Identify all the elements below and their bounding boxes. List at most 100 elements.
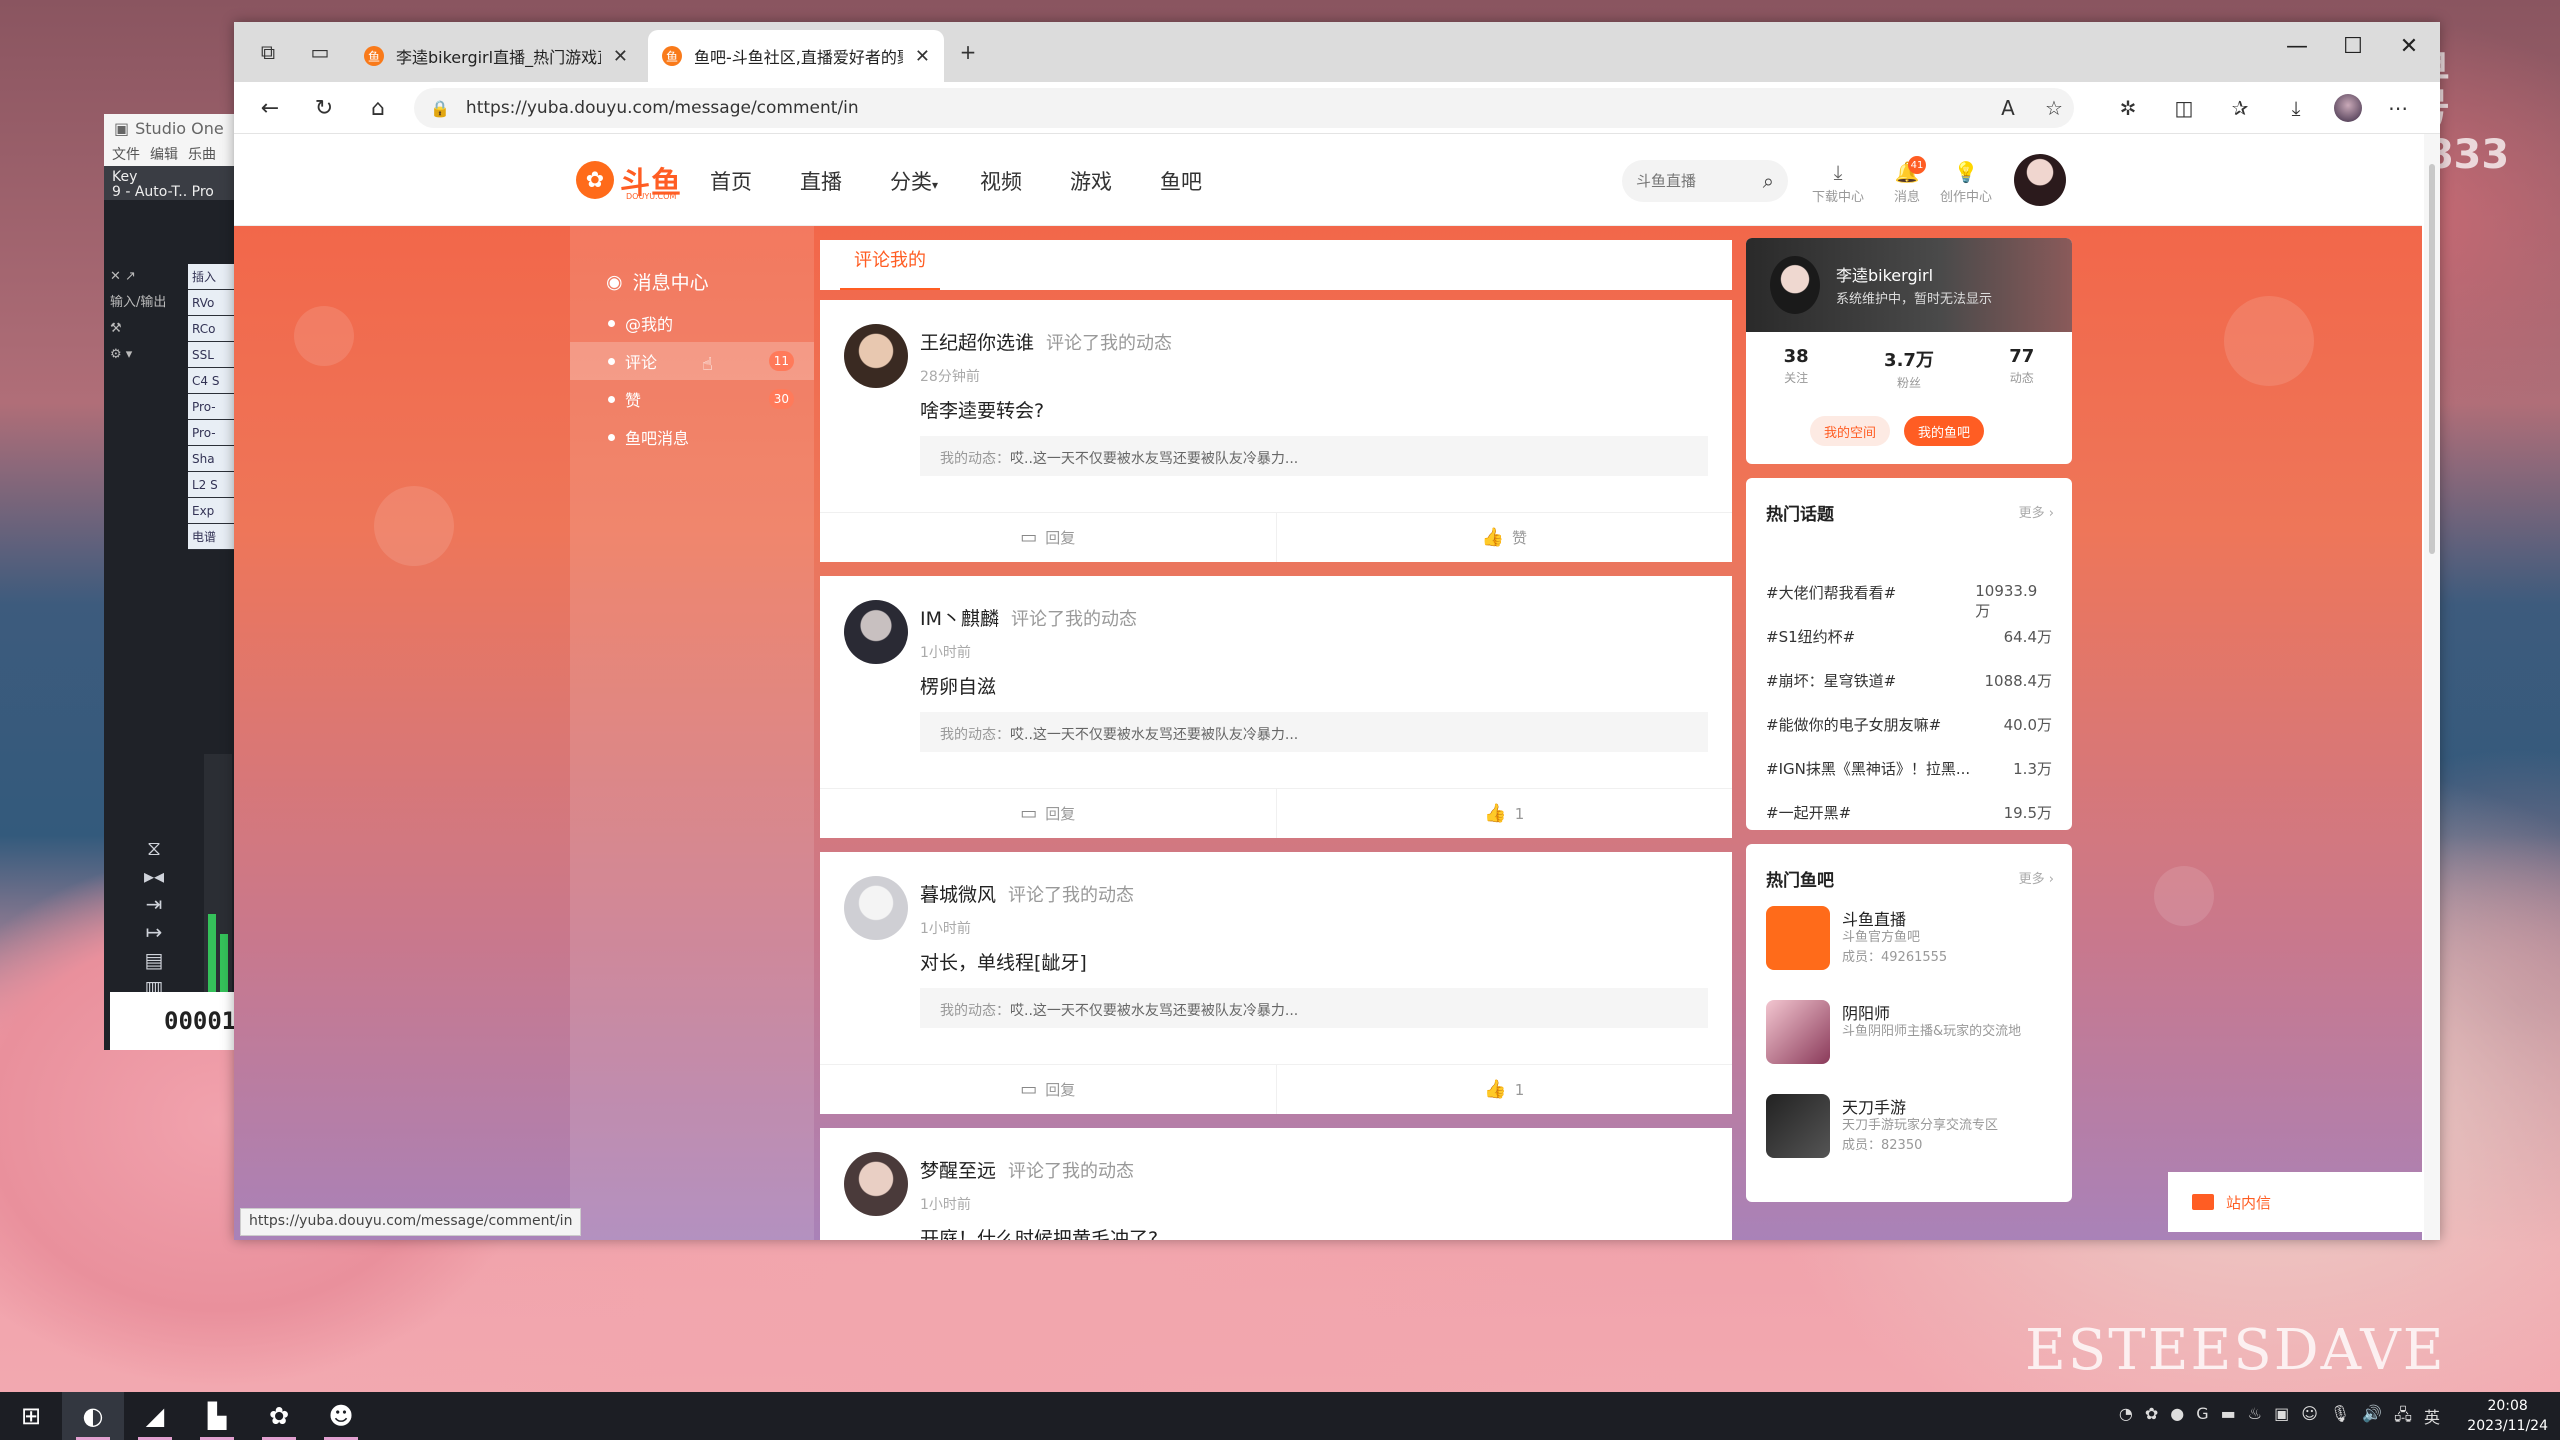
system-clock[interactable]: 20:08 2023/11/24	[2467, 1396, 2548, 1436]
creator-center[interactable]: 💡 创作中心	[1940, 160, 1992, 205]
commenter-name[interactable]: IM丶麒麟	[920, 608, 999, 630]
my-space-button[interactable]: 我的空间	[1810, 416, 1891, 446]
tray-icon[interactable]: ☺	[2301, 1404, 2318, 1431]
url-field[interactable]: 🔒 https://yuba.douyu.com/message/comment…	[414, 88, 2074, 128]
like-button[interactable]: 👍 赞	[1277, 513, 1733, 562]
nav-yuba[interactable]: 鱼吧	[1160, 166, 1202, 196]
studio-io-label[interactable]: 输入/输出	[110, 290, 180, 316]
commenter-name[interactable]: 梦醒至远	[920, 1160, 996, 1182]
douyu-logo[interactable]: ✿ 斗鱼 DOUYU.COM	[576, 158, 682, 202]
nav-category[interactable]: 分类▾	[890, 166, 938, 196]
file-app-icon[interactable]: ▙	[186, 1392, 248, 1440]
stat-fans[interactable]: 3.7万 粉丝	[1884, 346, 1934, 392]
studio-insert[interactable]: RVo	[188, 290, 236, 316]
studio-insert[interactable]: Exp	[188, 498, 236, 524]
studio-one-icon[interactable]: ◢	[124, 1392, 186, 1440]
topic-item[interactable]: #能做你的电子女朋友嘛# 40.0万	[1766, 714, 2052, 735]
like-button[interactable]: 👍 1	[1277, 789, 1733, 838]
search-box[interactable]: ⌕	[1622, 160, 1788, 202]
studio-menu-edit[interactable]: 编辑	[150, 144, 178, 164]
tray-icon[interactable]: ●	[2170, 1404, 2184, 1431]
ime-indicator[interactable]: 英	[2424, 1404, 2440, 1431]
douyu-app-icon[interactable]: ✿	[248, 1392, 310, 1440]
studio-insert[interactable]: SSL	[188, 342, 236, 368]
favorites-icon[interactable]: ✰	[2226, 94, 2254, 122]
workspaces-icon[interactable]: ⧉	[254, 38, 282, 66]
my-yuba-button[interactable]: 我的鱼吧	[1904, 416, 1985, 446]
nav-video[interactable]: 视频	[980, 166, 1022, 196]
tab-actions-icon[interactable]: ▭	[306, 38, 334, 66]
back-icon[interactable]: ←	[256, 94, 284, 122]
close-window-icon[interactable]: ✕	[2394, 34, 2424, 59]
studio-insert[interactable]: 电谱	[188, 524, 236, 550]
studio-menu-song[interactable]: 乐曲	[188, 144, 216, 164]
yuba-item[interactable]: 天刀手游 天刀手游玩家分享交流专区 成员：82350	[1766, 1094, 2056, 1174]
microphone-icon[interactable]: 🎙	[2330, 1404, 2350, 1431]
sidebar-item-likes[interactable]: 赞 30	[570, 380, 814, 418]
reply-button[interactable]: ▭ 回复	[820, 513, 1277, 562]
commenter-name[interactable]: 暮城微风	[920, 884, 996, 906]
nav-live[interactable]: 直播	[800, 166, 842, 196]
topic-item[interactable]: #崩坏：星穹铁道# 1088.4万	[1766, 670, 2052, 691]
sidebar-item-mentions[interactable]: @我的	[570, 304, 814, 342]
studio-one-window[interactable]: ▣ Studio One 文件 编辑 乐曲 Key 9 - Auto-T.. Pr…	[104, 114, 236, 1050]
profile-avatar[interactable]	[1770, 256, 1820, 314]
studio-insert[interactable]: C4 S	[188, 368, 236, 394]
minimize-icon[interactable]: —	[2282, 34, 2312, 59]
yuba-item[interactable]: 阴阳师 斗鱼阴阳师主播&玩家的交流地	[1766, 1000, 2056, 1080]
page-scrollbar[interactable]	[2424, 134, 2440, 1240]
scrollbar-thumb[interactable]	[2429, 164, 2435, 554]
studio-wrench-icon[interactable]: ⚒	[110, 316, 180, 342]
commenter-name[interactable]: 王纪超你选谁	[920, 332, 1034, 354]
inbox-button[interactable]: 站内信	[2168, 1172, 2422, 1232]
refresh-icon[interactable]: ↻	[310, 94, 338, 122]
read-aloud-icon[interactable]: A	[1994, 94, 2022, 122]
commenter-avatar[interactable]	[844, 876, 908, 940]
tab-live[interactable]: 鱼 李逵bikergirl直播_热门游戏直播 ✕	[350, 30, 642, 82]
new-tab-icon[interactable]: +	[954, 38, 982, 66]
stat-posts[interactable]: 77 动态	[2009, 346, 2034, 392]
edge-browser-icon[interactable]: ◐	[62, 1392, 124, 1440]
home-icon[interactable]: ⌂	[364, 94, 392, 122]
profile-name[interactable]: 李逵bikergirl	[1836, 262, 1933, 286]
tray-icon[interactable]: ▬	[2221, 1404, 2236, 1431]
topic-item[interactable]: #一起开黑# 19.5万	[1766, 802, 2052, 823]
downloads-icon[interactable]: ⤓	[2282, 94, 2310, 122]
studio-plug-icon[interactable]: ⚙ ▾	[110, 342, 180, 368]
studio-menu-file[interactable]: 文件	[112, 144, 140, 164]
tray-icon[interactable]: G	[2196, 1404, 2208, 1431]
commenter-avatar[interactable]	[844, 600, 908, 664]
split-screen-icon[interactable]: ◫	[2170, 94, 2198, 122]
user-avatar[interactable]	[2014, 154, 2066, 206]
quoted-post[interactable]: 我的动态：哎..这一天不仅要被水友骂还要被队友冷暴力...	[920, 436, 1708, 476]
network-icon[interactable]: 🖧	[2394, 1404, 2412, 1431]
quoted-post[interactable]: 我的动态：哎..这一天不仅要被水友骂还要被队友冷暴力...	[920, 712, 1708, 752]
game-app-icon[interactable]: ☻	[310, 1392, 372, 1440]
yuba-item[interactable]: 斗鱼直播 斗鱼官方鱼吧 成员：49261555	[1766, 906, 2056, 986]
browser-profile-avatar[interactable]	[2334, 94, 2362, 122]
start-windows-icon[interactable]: ⊞	[0, 1392, 62, 1440]
tab-yuba[interactable]: 鱼 鱼吧-斗鱼社区,直播爱好者的聚集 ✕	[648, 30, 944, 82]
more-menu-icon[interactable]: ⋯	[2384, 94, 2412, 122]
volume-icon[interactable]: 🔊	[2362, 1404, 2382, 1431]
like-button[interactable]: 👍 1	[1277, 1065, 1733, 1114]
url-text[interactable]: https://yuba.douyu.com/message/comment/i…	[466, 98, 859, 118]
commenter-avatar[interactable]	[844, 324, 908, 388]
search-icon[interactable]: ⌕	[1763, 169, 1774, 193]
close-tab-icon[interactable]: ✕	[613, 46, 628, 67]
tray-icon[interactable]: ◔	[2119, 1404, 2133, 1431]
studio-insert[interactable]: L2 S	[188, 472, 236, 498]
favorite-star-icon[interactable]: ☆	[2040, 94, 2068, 122]
tray-icon[interactable]: ▣	[2274, 1404, 2289, 1431]
commenter-avatar[interactable]	[844, 1152, 908, 1216]
topic-item[interactable]: #S1纽约杯# 64.4万	[1766, 626, 2052, 647]
reply-button[interactable]: ▭ 回复	[820, 789, 1277, 838]
browser-window[interactable]: ⧉ ▭ 鱼 李逵bikergirl直播_热门游戏直播 ✕ 鱼 鱼吧-斗鱼社区,直…	[234, 22, 2440, 1240]
tray-icon[interactable]: ♨	[2248, 1404, 2262, 1431]
quoted-post[interactable]: 我的动态：哎..这一天不仅要被水友骂还要被队友冷暴力...	[920, 988, 1708, 1028]
hot-topics-more-link[interactable]: 更多 ›	[2019, 502, 2054, 521]
studio-insert[interactable]: Pro-	[188, 420, 236, 446]
search-input[interactable]	[1636, 172, 1736, 190]
lock-icon[interactable]: 🔒	[430, 99, 450, 118]
studio-insert[interactable]: 插入	[188, 264, 236, 290]
